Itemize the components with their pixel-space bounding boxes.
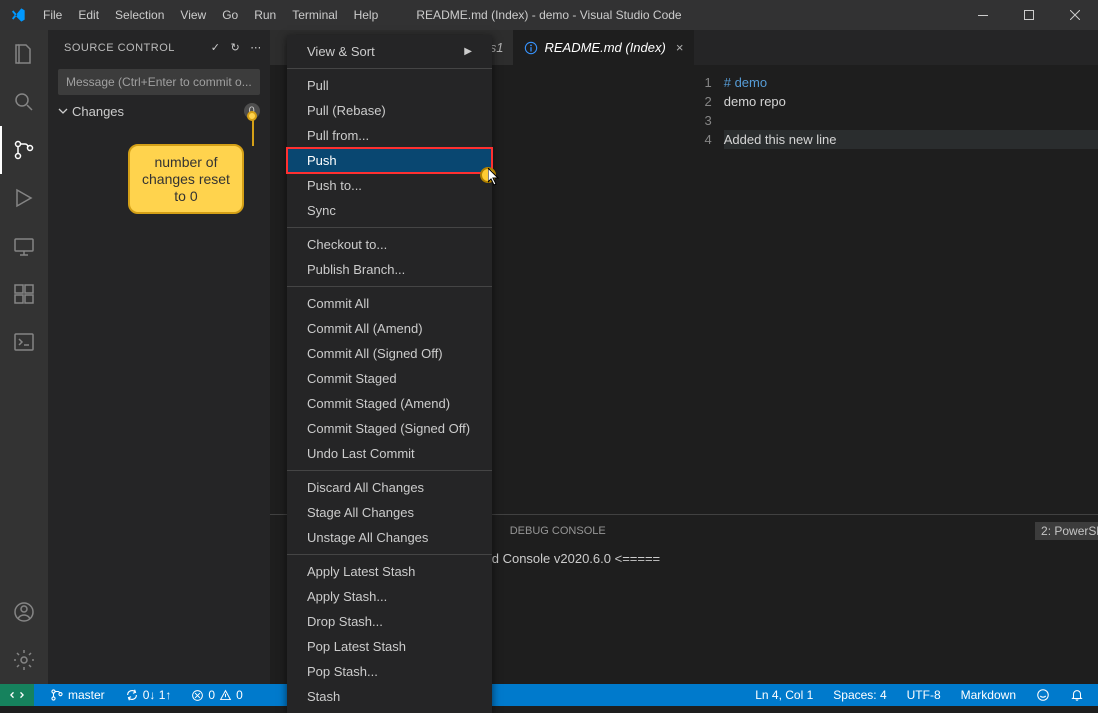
menu-unstage-all[interactable]: Unstage All Changes <box>287 525 492 550</box>
maximize-button[interactable] <box>1006 0 1052 30</box>
status-position[interactable]: Ln 4, Col 1 <box>751 684 817 706</box>
status-problems[interactable]: 0 0 <box>187 684 246 706</box>
refresh-icon[interactable]: ↻ <box>231 41 241 54</box>
menu-pop-stash[interactable]: Pop Stash... <box>287 659 492 684</box>
terminal-dropdown[interactable]: 2: PowerShell Integrated <box>1035 522 1098 540</box>
menu-commit-staged-amend[interactable]: Commit Staged (Amend) <box>287 391 492 416</box>
menu-view-sort[interactable]: View & Sort ▶ <box>287 39 492 64</box>
menubar: File Edit Selection View Go Run Terminal… <box>35 0 386 30</box>
menu-commit-staged[interactable]: Commit Staged <box>287 366 492 391</box>
status-language[interactable]: Markdown <box>957 684 1020 706</box>
info-icon <box>524 41 538 55</box>
terminal-panel-icon[interactable] <box>0 318 48 366</box>
window-controls <box>960 0 1098 30</box>
commit-check-icon[interactable]: ✓ <box>211 41 221 54</box>
tab-label: README.md (Index) <box>544 40 665 55</box>
activity-bar <box>0 30 48 684</box>
menu-apply-latest-stash[interactable]: Apply Latest Stash <box>287 559 492 584</box>
menu-publish-branch[interactable]: Publish Branch... <box>287 257 492 282</box>
menu-push[interactable]: Push <box>287 148 492 173</box>
run-debug-icon[interactable] <box>0 174 48 222</box>
menu-undo-last-commit[interactable]: Undo Last Commit <box>287 441 492 466</box>
status-encoding[interactable]: UTF-8 <box>903 684 945 706</box>
menu-stash[interactable]: Stash <box>287 684 492 709</box>
source-control-sidebar: SOURCE CONTROL ✓ ↻ ⋯ Message (Ctrl+Enter… <box>48 30 270 684</box>
status-sync[interactable]: 0↓ 1↑ <box>121 684 176 706</box>
code-content[interactable]: # demo demo repo Added this new line <box>720 65 1098 514</box>
status-spaces[interactable]: Spaces: 4 <box>829 684 890 706</box>
remote-explorer-icon[interactable] <box>0 222 48 270</box>
extensions-icon[interactable] <box>0 270 48 318</box>
menu-pop-latest-stash[interactable]: Pop Latest Stash <box>287 634 492 659</box>
chevron-down-icon <box>58 106 68 116</box>
menu-commit-all[interactable]: Commit All <box>287 291 492 316</box>
status-branch[interactable]: master <box>46 684 109 706</box>
menu-go[interactable]: Go <box>214 0 246 30</box>
menu-push-to[interactable]: Push to... <box>287 173 492 198</box>
menu-checkout-to[interactable]: Checkout to... <box>287 232 492 257</box>
titlebar: File Edit Selection View Go Run Terminal… <box>0 0 1098 30</box>
source-control-icon[interactable] <box>0 126 48 174</box>
menu-run[interactable]: Run <box>246 0 284 30</box>
menu-selection[interactable]: Selection <box>107 0 172 30</box>
chevron-right-icon: ▶ <box>464 46 472 57</box>
menu-commit-all-amend[interactable]: Commit All (Amend) <box>287 316 492 341</box>
sidebar-title: SOURCE CONTROL <box>64 42 175 54</box>
menu-discard-all[interactable]: Discard All Changes <box>287 475 492 500</box>
vscode-logo-icon <box>0 7 35 23</box>
menu-view[interactable]: View <box>172 0 214 30</box>
more-actions-icon[interactable]: ⋯ <box>250 41 262 54</box>
menu-sync[interactable]: Sync <box>287 198 492 223</box>
menu-commit-all-signed[interactable]: Commit All (Signed Off) <box>287 341 492 366</box>
menu-edit[interactable]: Edit <box>70 0 107 30</box>
close-button[interactable] <box>1052 0 1098 30</box>
annotation-pointer-line <box>252 120 254 146</box>
menu-pull-rebase[interactable]: Pull (Rebase) <box>287 98 492 123</box>
menu-drop-stash[interactable]: Drop Stash... <box>287 609 492 634</box>
close-tab-icon[interactable]: × <box>676 40 684 55</box>
panel-tab-debug-console[interactable]: DEBUG CONSOLE <box>510 525 606 537</box>
window-title: README.md (Index) - demo - Visual Studio… <box>416 8 681 22</box>
status-feedback-icon[interactable] <box>1032 684 1054 706</box>
minimize-button[interactable] <box>960 0 1006 30</box>
menu-help[interactable]: Help <box>346 0 387 30</box>
menu-apply-stash[interactable]: Apply Stash... <box>287 584 492 609</box>
settings-gear-icon[interactable] <box>0 636 48 684</box>
remote-indicator[interactable] <box>0 684 34 706</box>
status-bell-icon[interactable] <box>1066 684 1088 706</box>
tab-readme-index[interactable]: README.md (Index) × <box>514 30 694 65</box>
menu-commit-staged-signed[interactable]: Commit Staged (Signed Off) <box>287 416 492 441</box>
commit-message-input[interactable]: Message (Ctrl+Enter to commit o... <box>58 69 260 95</box>
menu-pull-from[interactable]: Pull from... <box>287 123 492 148</box>
menu-file[interactable]: File <box>35 0 70 30</box>
search-icon[interactable] <box>0 78 48 126</box>
explorer-icon[interactable] <box>0 30 48 78</box>
menu-stage-all[interactable]: Stage All Changes <box>287 500 492 525</box>
status-bar: master 0↓ 1↑ 0 0 Ln 4, Col 1 Spaces: 4 U… <box>0 684 1098 706</box>
changes-label: Changes <box>72 104 124 119</box>
annotation-callout: number of changes reset to 0 <box>128 144 244 214</box>
accounts-icon[interactable] <box>0 588 48 636</box>
cursor-icon <box>488 168 502 186</box>
changes-section[interactable]: Changes 0 <box>48 99 270 123</box>
menu-pull[interactable]: Pull <box>287 73 492 98</box>
menu-terminal[interactable]: Terminal <box>284 0 345 30</box>
scm-context-menu: View & Sort ▶ Pull Pull (Rebase) Pull fr… <box>287 35 492 713</box>
line-gutter: 1234 <box>684 65 720 514</box>
